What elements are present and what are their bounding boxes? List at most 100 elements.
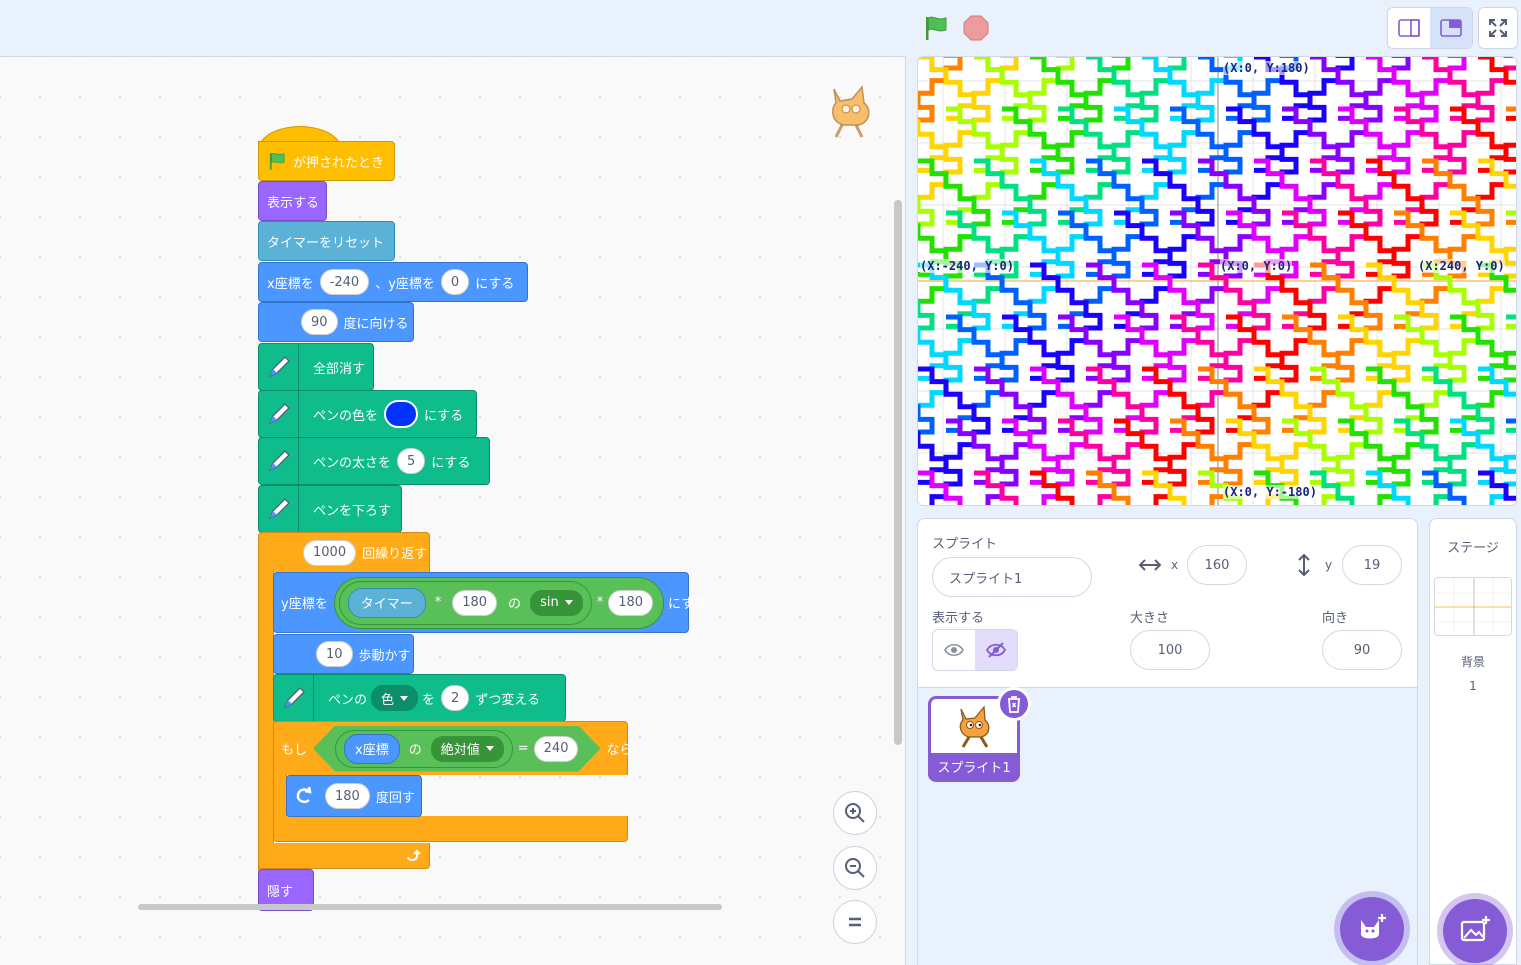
stage-left-label: (X:-240, Y:0)	[920, 259, 1014, 273]
choose-sprite-button[interactable]	[1340, 897, 1404, 961]
multiply-outer-reporter[interactable]: タイマー * 180 の sin * 180	[333, 576, 665, 629]
zoom-reset-button[interactable]	[833, 900, 877, 944]
point-direction-block[interactable]: 90 度に向ける	[258, 302, 414, 342]
horizontal-scrollbar[interactable]	[138, 904, 722, 910]
sprite-list-pane: スプライト1	[917, 687, 1418, 965]
pen-size-input[interactable]: 5	[397, 448, 426, 474]
pen-down-label: ペンを下ろす	[313, 503, 392, 519]
set-y-post: にする	[668, 597, 708, 612]
stage-target-panel[interactable]: ステージ 背景 1	[1429, 518, 1517, 965]
small-stage-button[interactable]	[1388, 8, 1430, 48]
reset-timer-label: タイマーをリセット	[267, 235, 385, 251]
y-position-input[interactable]: 19	[1342, 545, 1402, 585]
repeat-block[interactable]: 1000 回繰り返す	[258, 532, 430, 572]
pen-down-block[interactable]: ペンを下ろす	[258, 485, 402, 533]
pen-color-post: にする	[424, 408, 464, 424]
code-workspace[interactable]: が押されたとき 表示する タイマーをリセット x座標を -240 、y座標を 0…	[0, 56, 906, 965]
pen-color-swatch[interactable]	[384, 400, 419, 428]
fullscreen-button[interactable]	[1478, 7, 1518, 49]
change-pen-label: ペンの	[328, 692, 368, 708]
when-flag-clicked-block[interactable]: が押されたとき	[258, 141, 395, 181]
timer-label: タイマー	[360, 597, 413, 612]
reset-timer-block[interactable]: タイマーをリセット	[258, 221, 395, 261]
repeat-count-input[interactable]: 1000	[303, 539, 357, 566]
horizontal-arrows-icon	[1139, 559, 1161, 571]
rotate-right-icon	[296, 786, 312, 804]
sprite-tile-selected[interactable]: スプライト1	[928, 687, 1031, 782]
turn-degrees-input[interactable]: 180	[325, 783, 370, 809]
abs-reporter[interactable]: x座標 の 絶対値	[335, 730, 513, 768]
stage-center-label: (X:0, Y:0)	[1220, 259, 1293, 273]
sprite-cat-icon	[831, 85, 870, 138]
eye-slash-icon	[985, 642, 1007, 658]
zoom-out-button[interactable]	[833, 846, 877, 890]
stop-button[interactable]	[960, 12, 992, 44]
stage-canvas[interactable]: (X:0, Y:180) (X:0, Y:-180) (X:-240, Y:0)…	[917, 56, 1517, 506]
sprite-tile-label: スプライト1	[931, 753, 1017, 779]
vertical-scrollbar[interactable]	[894, 200, 902, 745]
change-pen-param-block[interactable]: ペンの 色 を 2 ずつ変える	[273, 674, 566, 722]
green-flag-button[interactable]	[920, 12, 952, 44]
show-sprite-button[interactable]	[933, 630, 975, 670]
multiply-inner-reporter[interactable]: タイマー * 180 の sin	[338, 580, 592, 625]
large-stage-button[interactable]	[1430, 8, 1472, 48]
move-steps-input[interactable]: 10	[316, 641, 353, 667]
if-label: もし	[281, 743, 308, 758]
visibility-label: 表示する	[932, 611, 985, 626]
fullscreen-icon	[1489, 19, 1507, 37]
equals-sign: =	[517, 741, 529, 756]
go-to-xy-block[interactable]: x座標を -240 、y座標を 0 にする	[258, 262, 528, 302]
delete-sprite-button[interactable]	[997, 687, 1031, 721]
size-input[interactable]: 100	[1130, 630, 1210, 670]
pen-icon	[259, 486, 299, 532]
backdrop-label: 背景	[1460, 655, 1485, 669]
equals-input[interactable]: 240	[534, 736, 579, 762]
goto-label-post: にする	[475, 276, 515, 292]
green-flag-icon	[269, 152, 285, 170]
if-block[interactable]: もし x座標 の 絶対値 = 240 なら	[273, 721, 633, 775]
show-block[interactable]: 表示する	[258, 181, 327, 221]
size-label: 大きさ	[1130, 611, 1170, 626]
direction-input[interactable]: 90	[301, 309, 338, 335]
sprite-name-input[interactable]: スプライト1	[932, 557, 1092, 597]
turn-block[interactable]: 180 度回す	[286, 775, 422, 817]
direction-label: 向き	[1322, 611, 1349, 626]
zoom-in-button[interactable]	[833, 791, 877, 835]
set-pen-color-block[interactable]: ペンの色を にする	[258, 390, 477, 438]
multiply-input-2[interactable]: 180	[608, 589, 654, 616]
timer-reporter[interactable]: タイマー	[347, 587, 426, 618]
erase-label: 全部消す	[313, 361, 366, 377]
move-steps-block[interactable]: 10 歩動かす	[273, 634, 414, 674]
equals-operator[interactable]: x座標 の 絶対値 = 240	[313, 726, 600, 772]
image-add-icon	[1460, 916, 1490, 942]
pen-icon	[259, 438, 299, 484]
pen-drawing	[918, 57, 1516, 505]
green-flag-icon	[926, 16, 947, 40]
hide-sprite-button[interactable]	[975, 630, 1017, 670]
goto-y-input[interactable]: 0	[440, 269, 470, 295]
goto-x-input[interactable]: -240	[319, 269, 370, 295]
erase-all-block[interactable]: 全部消す	[258, 343, 374, 391]
chevron-down-icon	[400, 695, 409, 701]
change-pen-input[interactable]: 2	[441, 685, 470, 711]
change-pen-mid: を	[422, 692, 436, 708]
goto-label-y: 、y座標を	[375, 276, 435, 292]
pen-param-dropdown[interactable]: 色	[371, 685, 419, 711]
set-y-block[interactable]: y座標を タイマー * 180 の sin * 180 にする	[273, 572, 707, 633]
hat-label: が押されたとき	[293, 155, 385, 171]
large-stage-icon	[1440, 19, 1462, 37]
x-position-input[interactable]: 160	[1187, 545, 1247, 585]
math-func-dropdown[interactable]: sin	[530, 589, 583, 616]
change-pen-post: ずつ変える	[475, 692, 540, 708]
multiply-input-1[interactable]: 180	[452, 589, 498, 616]
backdrop-thumbnail[interactable]	[1434, 577, 1512, 636]
set-y-label: y座標を	[281, 597, 328, 612]
pen-icon	[259, 391, 299, 437]
x-position-reporter[interactable]: x座標	[344, 734, 400, 764]
choose-backdrop-button[interactable]	[1443, 899, 1507, 963]
direction-input[interactable]: 90	[1322, 630, 1402, 670]
set-pen-size-block[interactable]: ペンの太さを 5 にする	[258, 437, 490, 485]
abs-func-dropdown[interactable]: 絶対値	[431, 736, 504, 762]
hide-label: 隠す	[267, 884, 294, 900]
chevron-down-icon	[486, 746, 494, 751]
